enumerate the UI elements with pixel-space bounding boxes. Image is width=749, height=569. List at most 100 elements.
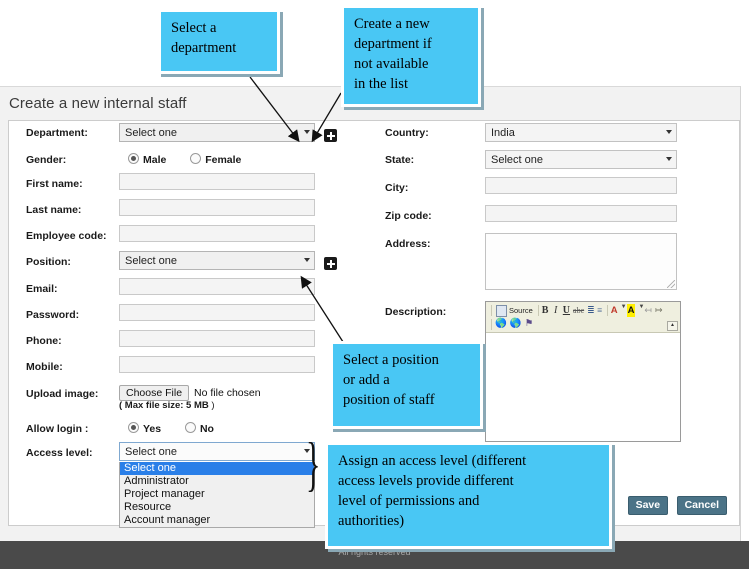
access-level-dropdown-list: Select one Administrator Project manager… — [119, 462, 315, 528]
add-position-button[interactable] — [324, 257, 337, 270]
address-textarea[interactable] — [485, 233, 677, 290]
allow-login-no-label: No — [199, 423, 214, 435]
description-control: Source B I U abc ≣ ≡ A ▼ A ▼ ↤ ↦ 🌎 🌎 ⚑ ▲ — [485, 301, 681, 442]
underline-icon[interactable]: U — [563, 304, 570, 317]
gender-radio-group: Male Female — [128, 153, 241, 166]
zip-code-label: Zip code: — [385, 210, 432, 222]
chevron-down-icon — [304, 130, 310, 134]
anchor-icon[interactable]: ⚑ — [525, 318, 534, 331]
numbered-list-icon[interactable]: ≣ — [587, 304, 595, 317]
mobile-input[interactable] — [119, 356, 315, 373]
phone-input[interactable] — [119, 330, 315, 347]
toolbar-separator — [491, 319, 492, 330]
allow-login-no-radio[interactable] — [184, 422, 196, 433]
allow-login-radio-group: Yes No — [128, 422, 214, 435]
resize-grip-icon[interactable] — [667, 280, 675, 288]
background-color-icon[interactable]: A — [626, 304, 636, 317]
callout-select-position: Select a position or add a position of s… — [330, 341, 483, 429]
upload-image-note-tail: ) — [208, 400, 215, 411]
cancel-button[interactable]: Cancel — [676, 496, 727, 515]
page-scroll-gutter — [740, 86, 749, 541]
field-upload-image: Upload image: Choose File No file chosen … — [18, 384, 348, 423]
gender-female-radio[interactable] — [190, 153, 202, 164]
mobile-control — [119, 356, 315, 373]
first-name-input[interactable] — [119, 173, 315, 190]
field-address: Address: — [377, 233, 737, 306]
add-department-button[interactable] — [324, 129, 337, 142]
access-level-label: Access level: — [26, 447, 93, 459]
italic-icon[interactable]: I — [551, 304, 559, 317]
editor-toolbar-row-2: 🌎 🌎 ⚑ — [489, 318, 677, 332]
link-icon[interactable]: 🌎 — [495, 318, 507, 331]
gender-label: Gender: — [26, 154, 67, 166]
access-level-control: Select one — [119, 442, 315, 461]
source-button[interactable]: Source — [509, 304, 533, 317]
toolbar-separator — [537, 305, 539, 316]
gender-male-label: Male — [143, 154, 167, 166]
access-level-option-project-manager[interactable]: Project manager — [120, 488, 314, 501]
city-input[interactable] — [485, 177, 677, 194]
form-actions: Save Cancel — [624, 495, 727, 515]
increase-indent-icon[interactable]: ↦ — [655, 304, 663, 317]
access-level-select-value: Select one — [125, 446, 177, 458]
strikethrough-icon[interactable]: abc — [573, 304, 584, 317]
employee-code-control — [119, 225, 315, 242]
upload-image-note: ( Max file size: 5 MB ) — [119, 400, 215, 411]
zip-code-input[interactable] — [485, 205, 677, 222]
first-name-label: First name: — [26, 178, 83, 190]
zip-code-control — [485, 205, 677, 222]
chevron-down-icon — [666, 157, 672, 161]
employee-code-input[interactable] — [119, 225, 315, 242]
phone-control — [119, 330, 315, 347]
callout-select-position-text: Select a position or add a position of s… — [343, 352, 439, 408]
allow-login-yes-radio[interactable] — [128, 422, 139, 433]
position-select-value: Select one — [125, 255, 177, 267]
password-control — [119, 304, 315, 321]
city-label: City: — [385, 182, 409, 194]
chevron-down-icon — [304, 258, 310, 262]
position-select[interactable]: Select one — [119, 251, 315, 270]
phone-label: Phone: — [26, 335, 62, 347]
access-level-select[interactable]: Select one — [119, 442, 315, 461]
email-input[interactable] — [119, 278, 315, 295]
bulleted-list-icon[interactable]: ≡ — [597, 304, 602, 317]
upload-image-note-bold: ( Max file size: 5 MB — [119, 400, 209, 411]
password-input[interactable] — [119, 304, 315, 321]
access-level-option-select-one[interactable]: Select one — [120, 462, 314, 475]
callout-create-department: Create a new department if not available… — [341, 5, 481, 107]
access-level-brace: } — [306, 431, 321, 497]
access-level-option-administrator[interactable]: Administrator — [120, 475, 314, 488]
decrease-indent-icon[interactable]: ↤ — [644, 304, 652, 317]
department-label: Department: — [26, 127, 88, 139]
editor-toolbar-row-1: Source B I U abc ≣ ≡ A ▼ A ▼ ↤ ↦ — [489, 304, 677, 318]
access-level-option-resource[interactable]: Resource — [120, 501, 314, 514]
last-name-input[interactable] — [119, 199, 315, 216]
allow-login-label: Allow login : — [26, 423, 89, 435]
file-status-text: No file chosen — [194, 386, 261, 399]
collapse-toolbar-icon[interactable]: ▲ — [667, 321, 678, 331]
access-level-option-account-manager[interactable]: Account manager — [120, 514, 314, 527]
choose-file-button[interactable]: Choose File — [119, 384, 190, 401]
upload-image-label: Upload image: — [26, 388, 99, 400]
state-select[interactable]: Select one — [485, 150, 677, 169]
callout-select-department: Select a department — [158, 9, 280, 74]
save-button[interactable]: Save — [627, 496, 669, 515]
department-select[interactable]: Select one — [119, 123, 315, 142]
editor-toolbar: Source B I U abc ≣ ≡ A ▼ A ▼ ↤ ↦ 🌎 🌎 ⚑ ▲ — [486, 302, 680, 333]
last-name-control — [119, 199, 315, 216]
email-control — [119, 278, 315, 295]
mobile-label: Mobile: — [26, 361, 63, 373]
unlink-icon[interactable]: 🌎 — [510, 318, 522, 331]
description-editor-body[interactable] — [486, 333, 680, 441]
chevron-down-icon — [666, 130, 672, 134]
country-label: Country: — [385, 127, 429, 139]
country-control: India — [485, 123, 677, 142]
gender-male-radio[interactable] — [128, 153, 139, 164]
position-control: Select one — [119, 251, 315, 270]
text-color-icon[interactable]: A — [611, 304, 618, 317]
country-select[interactable]: India — [485, 123, 677, 142]
callout-create-department-text: Create a new department if not available… — [354, 16, 432, 92]
source-icon[interactable] — [496, 305, 507, 317]
bold-icon[interactable]: B — [542, 304, 549, 317]
allow-login-yes-label: Yes — [143, 423, 162, 435]
